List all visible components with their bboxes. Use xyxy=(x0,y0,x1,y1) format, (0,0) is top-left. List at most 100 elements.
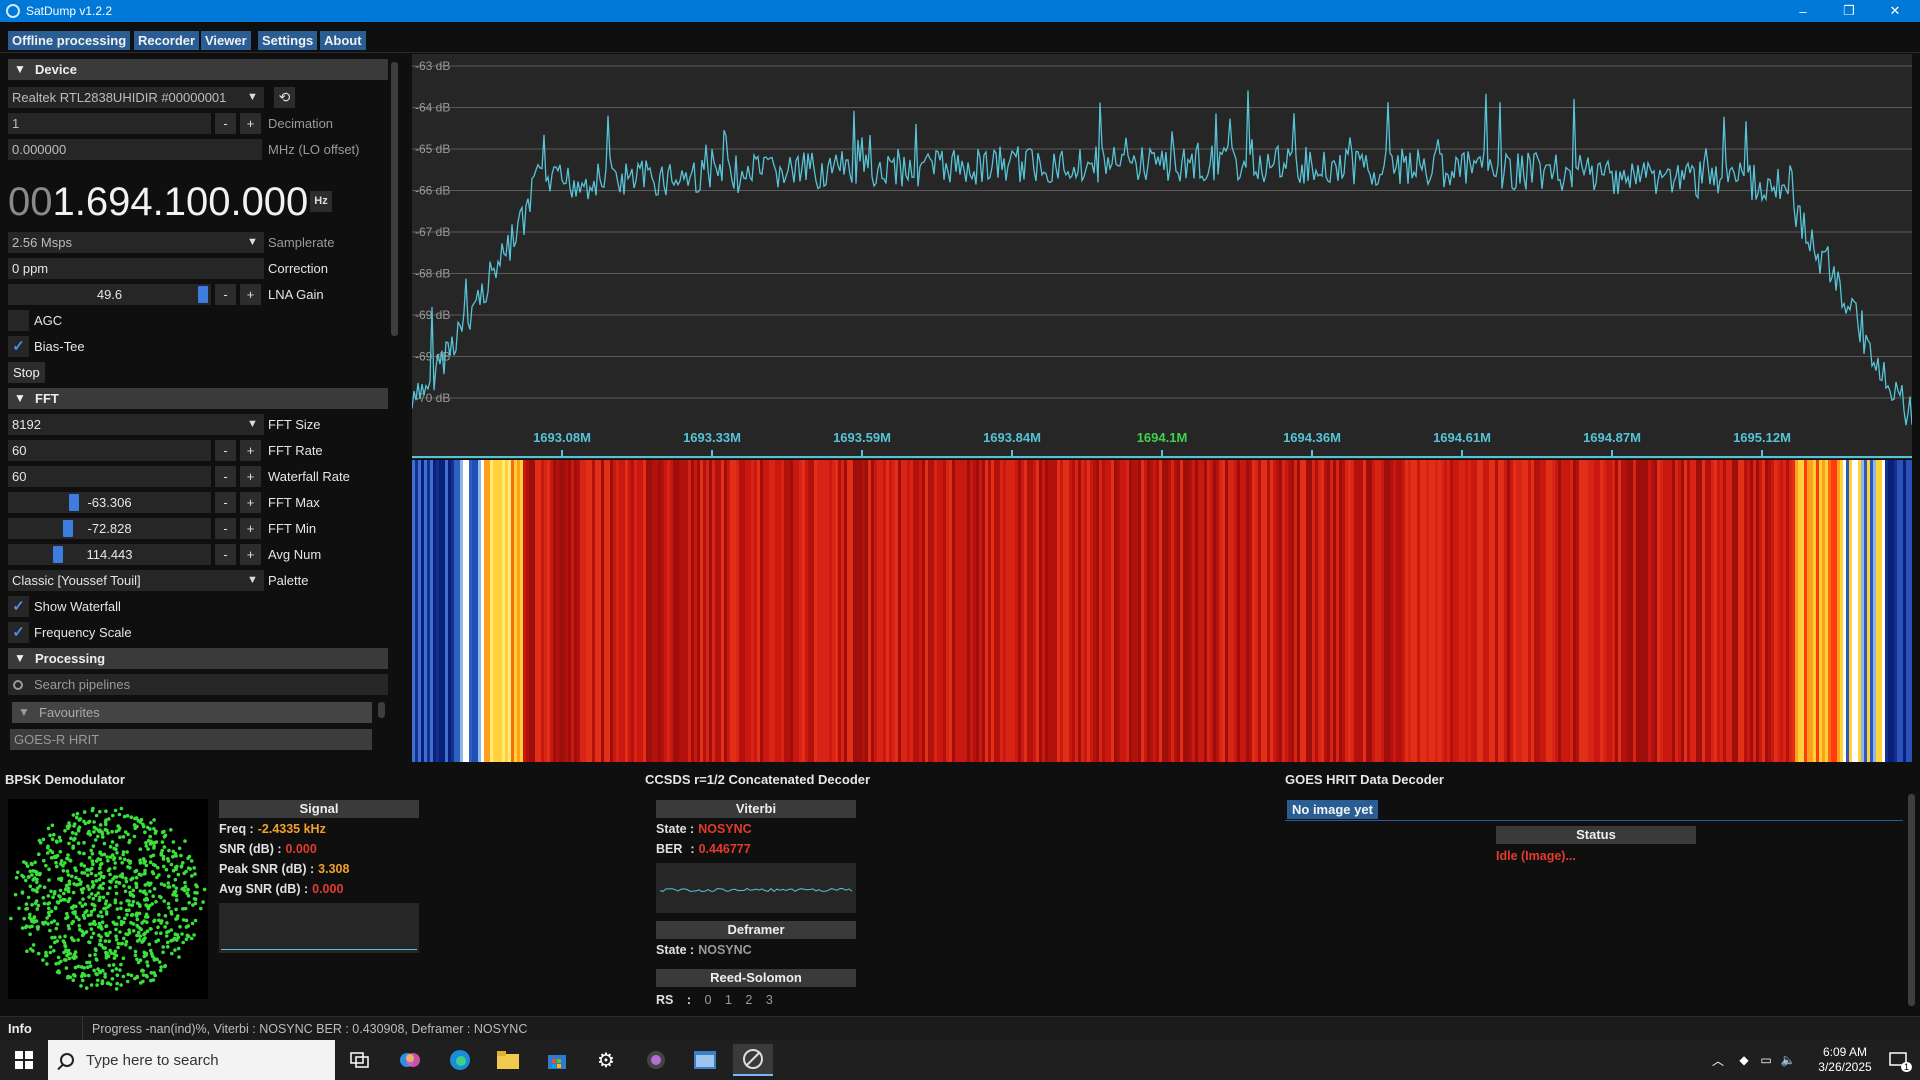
frequency-scale-checkbox[interactable]: ✓ xyxy=(8,622,29,643)
app-window-icon[interactable] xyxy=(685,1044,725,1076)
tab-viewer[interactable]: Viewer xyxy=(201,31,251,50)
constellation-point xyxy=(114,829,119,834)
fft-size-select[interactable]: 8192 xyxy=(8,414,264,435)
pipeline-search-input[interactable]: Search pipelines xyxy=(8,674,388,695)
lo-offset-input[interactable]: 0.000000 xyxy=(8,139,262,160)
favourites-header[interactable]: ▼ Favourites xyxy=(12,702,372,723)
waterfall-column xyxy=(550,460,553,762)
constellation-point xyxy=(54,926,59,931)
dropdown-arrow-icon[interactable]: ▼ xyxy=(242,87,263,108)
settings-panel-scrollbar[interactable] xyxy=(391,62,398,336)
frequency-display[interactable]: 001.694.100.000 xyxy=(8,178,308,226)
tab-recorder[interactable]: Recorder xyxy=(134,31,200,50)
fft-min-slider[interactable]: -72.828 xyxy=(8,518,211,539)
constellation-point xyxy=(90,808,95,813)
avg-num-decrement-button[interactable]: - xyxy=(215,544,236,565)
fft-min-decrement-button[interactable]: - xyxy=(215,518,236,539)
waterfall-rate-decrement-button[interactable]: - xyxy=(215,466,236,487)
fft-max-slider-knob[interactable] xyxy=(69,494,79,511)
file-explorer-icon[interactable] xyxy=(488,1044,528,1076)
constellation-point xyxy=(162,899,166,903)
waterfall-column xyxy=(529,460,532,762)
avg-num-slider[interactable]: 114.443 xyxy=(8,544,211,565)
decimation-increment-button[interactable]: + xyxy=(240,113,261,134)
waterfall-column xyxy=(787,460,790,762)
clock[interactable]: 6:09 AM 3/26/2025 xyxy=(1802,1040,1888,1080)
lna-gain-increment-button[interactable]: + xyxy=(240,284,261,305)
task-view-icon[interactable] xyxy=(340,1044,380,1076)
frequency-unit-button[interactable]: Hz xyxy=(310,191,332,212)
bias-tee-checkbox[interactable]: ✓ xyxy=(8,336,29,357)
device-select[interactable]: Realtek RTL2838UHIDIR #00000001 xyxy=(8,87,264,108)
fft-min-increment-button[interactable]: + xyxy=(240,518,261,539)
tab-about[interactable]: About xyxy=(320,31,366,50)
notification-center-icon[interactable]: 1 xyxy=(1878,1040,1918,1080)
fft-rate-decrement-button[interactable]: - xyxy=(215,440,236,461)
waterfall-column xyxy=(1015,460,1018,762)
satdump-taskbar-icon[interactable] xyxy=(733,1044,773,1076)
correction-input[interactable]: 0 ppm xyxy=(8,258,264,279)
refresh-devices-icon[interactable]: ⟲ xyxy=(274,87,295,108)
waterfall-column xyxy=(883,460,886,762)
waterfall-display[interactable] xyxy=(412,460,1912,762)
avg-num-slider-knob[interactable] xyxy=(53,546,63,563)
decoder-panel-scrollbar[interactable] xyxy=(1908,794,1915,1006)
constellation-point xyxy=(100,920,105,924)
settings-gear-icon[interactable]: ⚙ xyxy=(586,1044,626,1076)
waterfall-column xyxy=(1834,460,1837,762)
pipeline-list-scrollbar[interactable] xyxy=(378,702,385,718)
palette-select[interactable]: Classic [Youssef Touil] xyxy=(8,570,264,591)
copilot-icon[interactable] xyxy=(390,1044,430,1076)
fft-section-header[interactable]: ▼ FFT xyxy=(8,388,388,409)
stop-button[interactable]: Stop xyxy=(8,362,45,383)
no-image-tab[interactable]: No image yet xyxy=(1287,800,1378,819)
waterfall-column xyxy=(1306,460,1309,762)
processing-section-header[interactable]: ▼ Processing xyxy=(8,648,388,669)
tray-app-icon[interactable]: ◆ xyxy=(1734,1040,1754,1080)
waterfall-column xyxy=(754,460,757,762)
microsoft-store-icon[interactable] xyxy=(537,1044,577,1076)
fft-rate-increment-button[interactable]: + xyxy=(240,440,261,461)
edge-browser-icon[interactable] xyxy=(440,1044,480,1076)
tab-offline-processing[interactable]: Offline processing xyxy=(8,31,131,50)
lna-gain-decrement-button[interactable]: - xyxy=(215,284,236,305)
fft-min-slider-knob[interactable] xyxy=(63,520,73,537)
restore-button[interactable]: ❐ xyxy=(1826,0,1872,22)
agc-checkbox[interactable] xyxy=(8,310,29,331)
app-window-glyph xyxy=(694,1051,716,1069)
device-section-header[interactable]: ▼ Device xyxy=(8,59,388,80)
fft-rate-input[interactable]: 60 xyxy=(8,440,211,461)
show-waterfall-checkbox[interactable]: ✓ xyxy=(8,596,29,617)
fft-max-decrement-button[interactable]: - xyxy=(215,492,236,513)
constellation-point xyxy=(106,831,110,835)
fft-max-increment-button[interactable]: + xyxy=(240,492,261,513)
waterfall-rate-input[interactable]: 60 xyxy=(8,466,211,487)
constellation-point xyxy=(46,826,51,831)
lna-gain-slider-knob[interactable] xyxy=(198,286,208,303)
waterfall-column xyxy=(1495,460,1498,762)
tab-settings[interactable]: Settings xyxy=(258,31,318,50)
constellation-point xyxy=(32,919,36,923)
volume-icon[interactable]: 🔈 xyxy=(1778,1040,1798,1080)
windows-start-icon[interactable] xyxy=(4,1044,44,1076)
fft-spectrum-plot[interactable]: -63 dB -64 dB -65 dB -66 dB -67 dB -68 dB -69 … xyxy=(412,54,1912,459)
tray-overflow-chevron-icon[interactable]: ︿ xyxy=(1708,1040,1728,1080)
decimation-decrement-button[interactable]: - xyxy=(215,113,236,134)
avg-num-increment-button[interactable]: + xyxy=(240,544,261,565)
fft-max-slider[interactable]: -63.306 xyxy=(8,492,211,513)
close-button[interactable]: ✕ xyxy=(1872,0,1918,22)
samplerate-select[interactable]: 2.56 Msps xyxy=(8,232,264,253)
minimize-button[interactable]: – xyxy=(1780,0,1826,22)
waterfall-rate-increment-button[interactable]: + xyxy=(240,466,261,487)
lna-gain-slider[interactable]: 49.6 xyxy=(8,284,211,305)
decimation-input[interactable]: 1 xyxy=(8,113,211,134)
media-app-icon[interactable] xyxy=(636,1044,676,1076)
constellation-point xyxy=(70,938,75,942)
dropdown-arrow-icon[interactable]: ▼ xyxy=(242,570,263,591)
taskbar-search-box[interactable]: Type here to search xyxy=(48,1040,335,1080)
waterfall-column xyxy=(1192,460,1195,762)
pipeline-item-goes-r-hrit[interactable]: GOES-R HRIT xyxy=(10,729,372,750)
network-icon[interactable]: ▭ xyxy=(1756,1040,1776,1080)
dropdown-arrow-icon[interactable]: ▼ xyxy=(242,232,263,253)
dropdown-arrow-icon[interactable]: ▼ xyxy=(242,414,263,435)
